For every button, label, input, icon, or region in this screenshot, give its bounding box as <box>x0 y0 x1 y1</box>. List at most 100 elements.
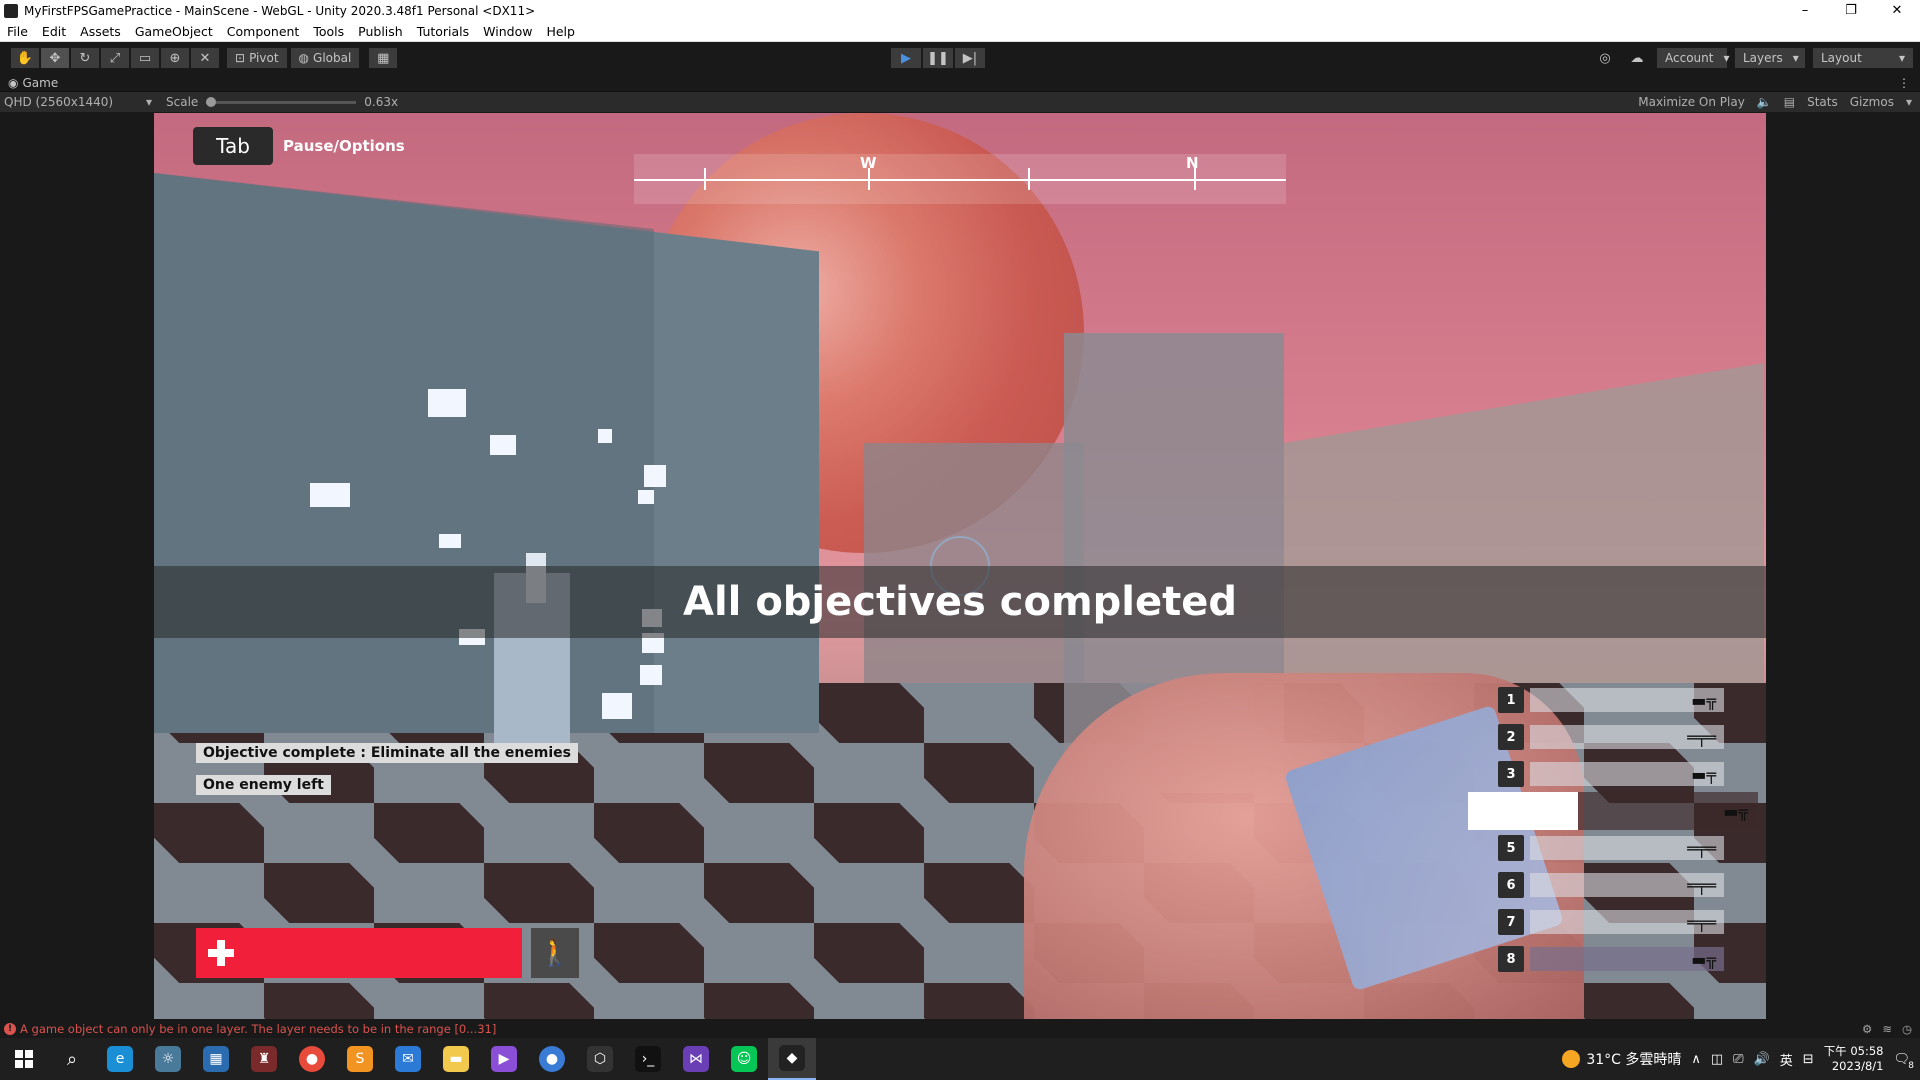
scale-label: Scale <box>166 95 199 109</box>
pivot-toggle[interactable]: ⊡ Pivot <box>226 47 288 69</box>
step-button[interactable]: ▶| <box>954 47 986 69</box>
weapon-slot-selected: ▬╦ <box>1468 792 1758 830</box>
store-icon[interactable]: ▦ <box>192 1038 240 1080</box>
chrome-icon[interactable]: ● <box>288 1038 336 1080</box>
close-button[interactable]: ✕ <box>1874 0 1920 22</box>
health-cross-icon <box>208 940 234 966</box>
menu-assets[interactable]: Assets <box>73 24 128 39</box>
stats-toggle[interactable]: Stats <box>1807 95 1838 109</box>
scale-slider[interactable] <box>206 96 357 107</box>
file-explorer-icon[interactable]: ▬ <box>432 1038 480 1080</box>
custom-tool-icon[interactable]: ✕ <box>190 47 220 69</box>
smg-icon: ▬╦ <box>1723 801 1748 821</box>
clock[interactable]: 下午 05:58 2023/8/1 <box>1824 1044 1884 1074</box>
unity-hub-icon[interactable]: ⬡ <box>576 1038 624 1080</box>
rifle-icon: ═╤═ <box>1530 725 1724 749</box>
windows-taskbar: ⌕ e ☼ ▦ ♜ ● S ✉ ▬ ▶ ● ⬡ ›_ ⋈ ☺ ◆ 31°C 多雲… <box>0 1038 1920 1080</box>
game-tab[interactable]: ◉ Game ⋮ <box>0 74 1920 92</box>
console-status-bar[interactable]: ! A game object can only be in one layer… <box>0 1020 1920 1038</box>
system-tray: 31°C 多雲時晴 ∧ ◫ ⎚ 🔊 英 ⊟ 下午 05:58 2023/8/1 … <box>1562 1038 1920 1080</box>
edge-browser-icon[interactable]: e <box>96 1038 144 1080</box>
weapon-slot: 5 ═╤═ <box>1498 834 1724 862</box>
error-message: A game object can only be in one layer. … <box>20 1022 497 1036</box>
progress-icon[interactable]: ◷ <box>1902 1022 1912 1036</box>
launcher-icon: ▬╦ <box>1530 947 1724 971</box>
move-tool-icon[interactable]: ✥ <box>40 47 70 69</box>
objective-banner: All objectives completed <box>154 566 1766 638</box>
hand-tool-icon[interactable]: ✋ <box>10 47 40 69</box>
menu-gameobject[interactable]: GameObject <box>128 24 220 39</box>
pistol-icon: ▬╤ <box>1530 762 1724 786</box>
rect-tool-icon[interactable]: ▭ <box>130 47 160 69</box>
menu-help[interactable]: Help <box>539 24 582 39</box>
menu-component[interactable]: Component <box>220 24 307 39</box>
pivot-icon: ⊡ <box>235 51 246 65</box>
transform-tool-icon[interactable]: ⊕ <box>160 47 190 69</box>
weapon-slot: 3 ▬╤ <box>1498 760 1724 788</box>
main-toolbar: ✋ ✥ ↻ ⤢ ▭ ⊕ ✕ ⊡ Pivot ◍ Global ▦ ▶ ❚❚ ▶| ◎… <box>0 42 1920 74</box>
layout-dropdown[interactable]: Layout ▾ <box>1812 47 1914 69</box>
weapon-slot: 6 ═╤═ <box>1498 871 1724 899</box>
terminal-icon[interactable]: ›_ <box>624 1038 672 1080</box>
network-icon[interactable]: ⎚ <box>1733 1052 1743 1067</box>
game-view-toolbar: QHD (2560x1440) ▾ Scale 0.63x Maximize On… <box>0 92 1920 112</box>
mail-icon[interactable]: ✉ <box>384 1038 432 1080</box>
ime-mode-icon[interactable]: ⊟ <box>1803 1052 1814 1067</box>
menu-tutorials[interactable]: Tutorials <box>410 24 476 39</box>
tab-key-hint: Tab <box>193 127 273 165</box>
cache-icon[interactable]: ≋ <box>1882 1022 1892 1036</box>
line-app-icon[interactable]: ☺ <box>720 1038 768 1080</box>
ime-indicator[interactable]: 英 <box>1780 1050 1793 1069</box>
selected-weapon-highlight <box>1468 792 1578 830</box>
collab-icon[interactable]: ◎ <box>1592 47 1618 69</box>
minimize-button[interactable]: – <box>1782 0 1828 22</box>
grid-snap-icon[interactable]: ▦ <box>368 47 399 69</box>
app-icon[interactable]: ☼ <box>144 1038 192 1080</box>
weather-widget[interactable]: 31°C 多雲時晴 <box>1562 1049 1681 1069</box>
game-app-icon[interactable]: ♜ <box>240 1038 288 1080</box>
unity-editor-icon[interactable]: ◆ <box>768 1038 816 1080</box>
rotate-tool-icon[interactable]: ↻ <box>70 47 100 69</box>
pause-button[interactable]: ❚❚ <box>922 47 954 69</box>
menu-publish[interactable]: Publish <box>351 24 410 39</box>
compass-bar: W N <box>634 154 1286 204</box>
scale-tool-icon[interactable]: ⤢ <box>100 47 130 69</box>
restore-button[interactable]: ❐ <box>1828 0 1874 22</box>
vs-code-icon[interactable]: ⋈ <box>672 1038 720 1080</box>
menu-tools[interactable]: Tools <box>306 24 351 39</box>
global-toggle[interactable]: ◍ Global <box>289 47 361 69</box>
kebab-menu-icon[interactable]: ⋮ <box>1898 76 1910 90</box>
rifle-icon: ▬╦ <box>1530 688 1724 712</box>
sublime-text-icon[interactable]: S <box>336 1038 384 1080</box>
volume-icon[interactable]: 🔊 <box>1754 1052 1770 1067</box>
visual-studio-icon[interactable]: ▶ <box>480 1038 528 1080</box>
weather-sun-icon <box>1562 1050 1581 1068</box>
enemy-count-note: One enemy left <box>196 775 331 795</box>
layers-dropdown[interactable]: Layers ▾ <box>1734 47 1806 69</box>
scale-value: 0.63x <box>364 95 399 109</box>
tray-overflow-icon[interactable]: ∧ <box>1691 1052 1701 1067</box>
mute-audio-icon[interactable]: 🔈 <box>1757 95 1772 109</box>
windows-start-icon[interactable] <box>0 1038 48 1080</box>
search-icon[interactable]: ⌕ <box>48 1038 96 1080</box>
account-dropdown[interactable]: Account ▾ <box>1656 47 1729 69</box>
weapon-slot: 8 ▬╦ <box>1498 945 1724 973</box>
chevron-down-icon[interactable]: ▾ <box>1906 95 1912 109</box>
cloud-icon[interactable]: ☁ <box>1624 47 1650 69</box>
rifle-icon: ═╤═ <box>1530 873 1724 897</box>
menu-file[interactable]: File <box>0 24 35 39</box>
chrome-profile-icon[interactable]: ● <box>528 1038 576 1080</box>
chevron-down-icon: ▾ <box>1792 51 1799 65</box>
menu-window[interactable]: Window <box>476 24 539 39</box>
menu-edit[interactable]: Edit <box>35 24 73 39</box>
maximize-on-play-toggle[interactable]: Maximize On Play <box>1638 95 1745 109</box>
error-icon: ! <box>4 1023 16 1035</box>
gamepad-icon: ◉ <box>8 75 19 90</box>
notification-icon[interactable]: 🗨 8 <box>1893 1052 1914 1071</box>
resolution-dropdown[interactable]: QHD (2560x1440) ▾ <box>0 95 158 109</box>
unity-app-icon <box>4 4 18 18</box>
debug-icon[interactable]: ⚙ <box>1862 1022 1872 1036</box>
gizmos-toggle[interactable]: Gizmos <box>1850 95 1894 109</box>
camera-icon[interactable]: ◫ <box>1711 1052 1723 1067</box>
play-button[interactable]: ▶ <box>890 47 922 69</box>
